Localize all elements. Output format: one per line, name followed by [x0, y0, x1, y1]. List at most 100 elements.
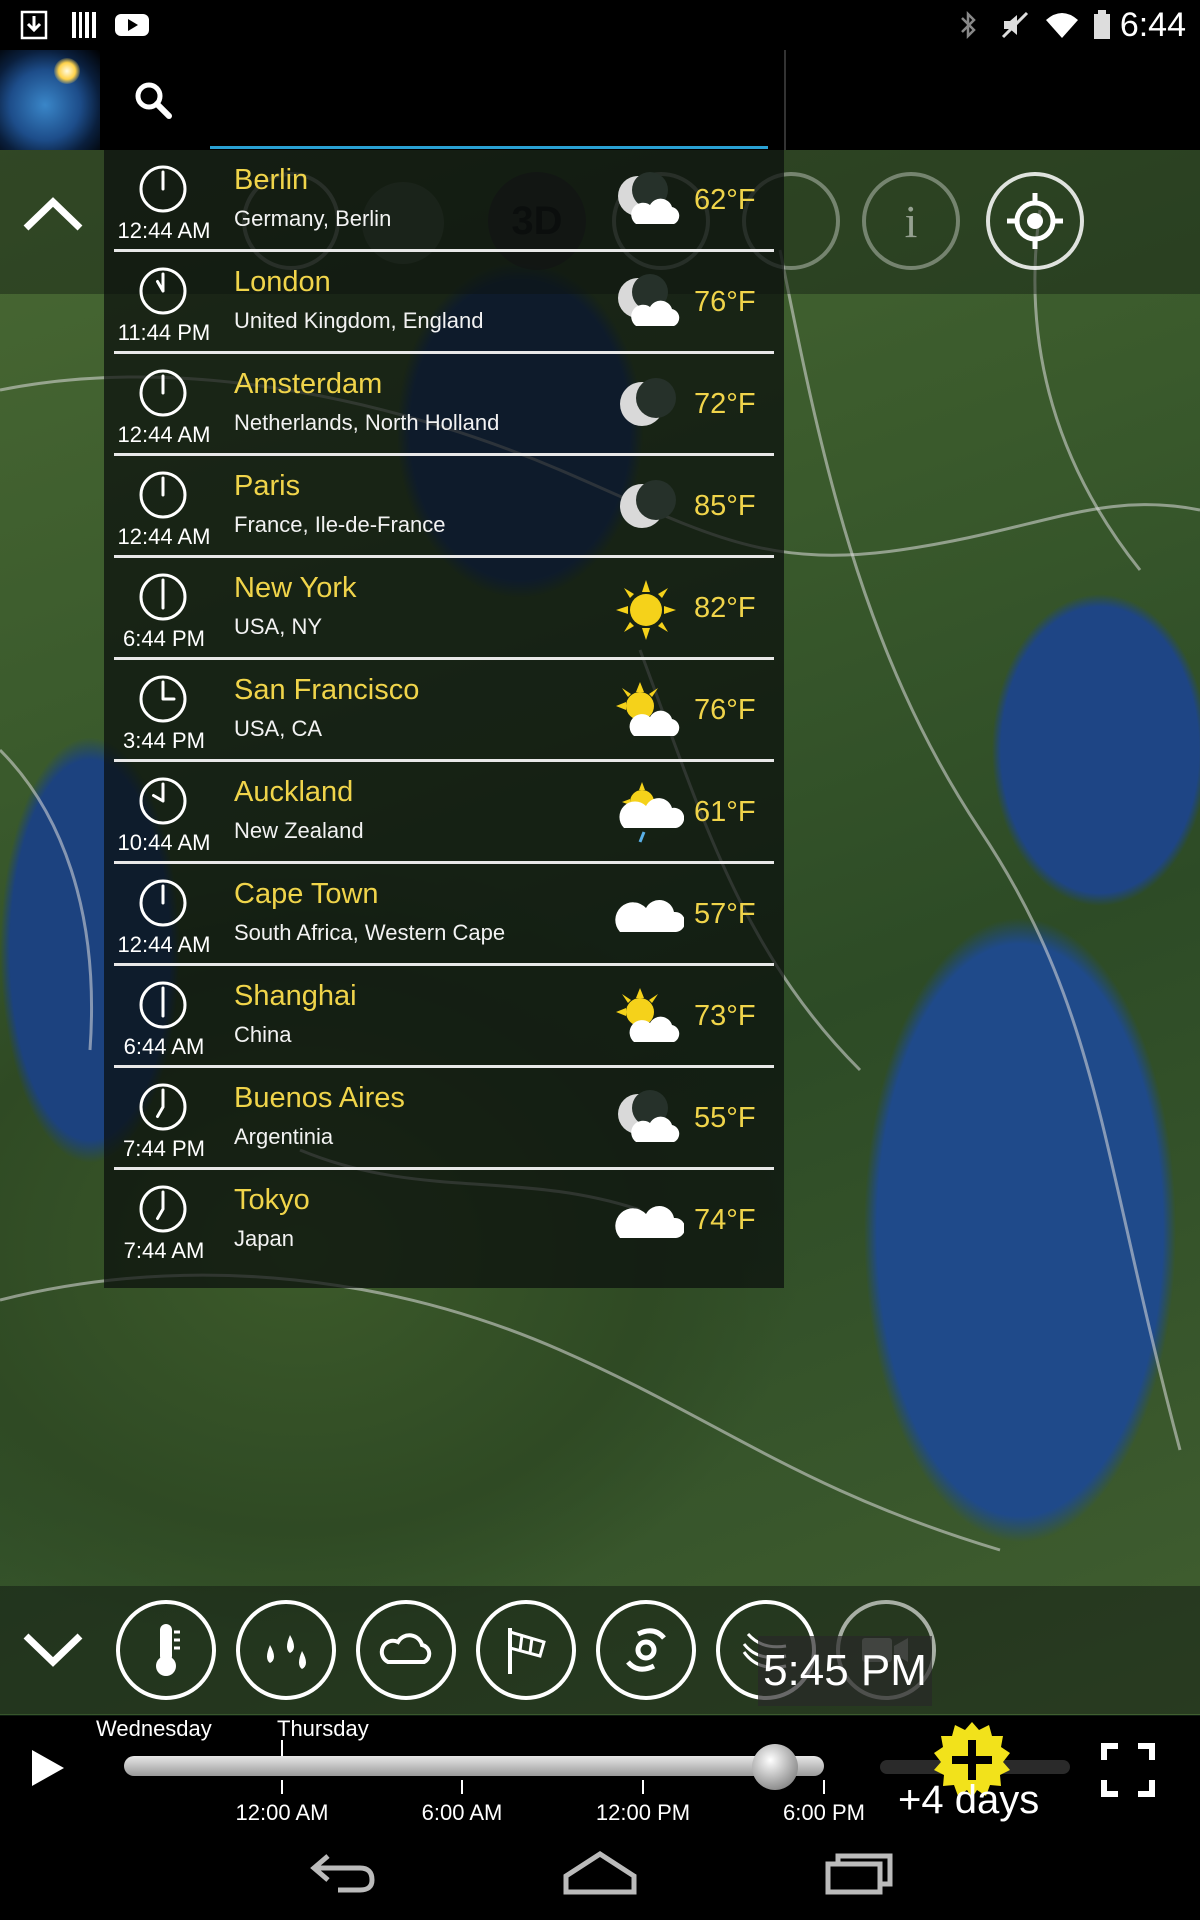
tick-label: 6:00 PM [783, 1800, 865, 1825]
clock-icon [138, 1082, 188, 1132]
clock-icon [138, 878, 188, 928]
info-button[interactable]: i [862, 172, 960, 270]
fullscreen-icon[interactable] [1100, 1742, 1156, 1798]
sun-glare [54, 58, 80, 84]
city-row[interactable]: 12:44 AM Amsterdam Netherlands, North Holl… [114, 354, 774, 456]
recents-icon[interactable] [824, 1850, 894, 1896]
mute-icon [1001, 11, 1029, 39]
precipitation-layer-button[interactable] [236, 1600, 336, 1700]
city-name: New York [234, 572, 357, 604]
city-region: USA, CA [234, 716, 323, 741]
city-region: South Africa, Western Cape [234, 920, 506, 945]
temperature: 62°F [694, 184, 756, 216]
temperature-layer-button[interactable] [116, 1600, 216, 1700]
download-icon [20, 10, 48, 40]
city-region: China [234, 1022, 292, 1047]
status-bar: 6:44 [0, 0, 1200, 50]
temperature: 73°F [694, 1000, 756, 1032]
city-row[interactable]: 12:44 AM Paris France, Ile-de-France 85°F [114, 456, 774, 558]
system-nav-bar [0, 1828, 1200, 1920]
city-region: United Kingdom, England [234, 308, 484, 333]
local-time: 7:44 AM [123, 1238, 205, 1263]
timeline-slider-track[interactable] [124, 1756, 824, 1776]
city-row[interactable]: 3:44 PM San Francisco USA, CA 76°F [114, 660, 774, 762]
moon-cloud-icon [614, 1088, 684, 1152]
tick-mark [823, 1780, 825, 1794]
locate-button[interactable] [986, 172, 1084, 270]
clock-icon [138, 368, 188, 418]
local-time: 6:44 PM [123, 626, 205, 651]
temperature: 72°F [694, 388, 756, 420]
temperature: 61°F [694, 796, 756, 828]
city-row[interactable]: 10:44 AM Auckland New Zealand 61°F [114, 762, 774, 864]
moon-cloud-icon [614, 170, 684, 234]
clock-icon [138, 980, 188, 1030]
local-time: 12:44 AM [117, 422, 211, 447]
temperature: 76°F [694, 694, 756, 726]
sun-icon [614, 578, 684, 642]
city-name: Shanghai [234, 980, 357, 1012]
chevron-up-icon[interactable] [20, 194, 86, 234]
local-time: 7:44 PM [123, 1136, 205, 1161]
city-region: France, Ile-de-France [234, 512, 446, 537]
city-row[interactable]: 7:44 PM Buenos Aires Argentinia 55°F [114, 1068, 774, 1170]
city-region: Argentinia [234, 1124, 334, 1149]
back-icon[interactable] [308, 1850, 378, 1894]
raindrops-icon [267, 1635, 306, 1669]
hurricane-layer-button[interactable] [596, 1600, 696, 1700]
city-row[interactable]: 12:44 AM Cape Town South Africa, Western C… [114, 864, 774, 966]
clock-icon [138, 1184, 188, 1234]
city-region: Japan [234, 1226, 294, 1251]
timeline-bar: Wednesday Thursday 12:00 AM 6:00 AM 12:0… [0, 1716, 1200, 1828]
tick-mark [461, 1780, 463, 1794]
city-row[interactable]: 11:44 PM London United Kingdom, England 76°… [114, 252, 774, 354]
city-region: New Zealand [234, 818, 364, 843]
local-time: 11:44 PM [117, 320, 211, 345]
city-row[interactable]: 7:44 AM Tokyo Japan 74°F [114, 1170, 774, 1272]
local-time: 12:44 AM [117, 524, 211, 549]
cloud-icon [614, 1190, 686, 1254]
city-name: Paris [234, 470, 301, 502]
cloud-outline-icon [379, 1633, 432, 1664]
clock-icon [138, 776, 188, 826]
target-icon [1007, 193, 1063, 249]
city-row[interactable]: 12:44 AM Berlin Germany, Berlin 62°F [114, 150, 774, 252]
chevron-down-icon[interactable] [20, 1630, 86, 1670]
moon-icon [614, 476, 684, 540]
day-label-wednesday: Wednesday [96, 1716, 212, 1741]
home-icon[interactable] [562, 1850, 638, 1896]
play-icon[interactable] [28, 1746, 68, 1790]
city-region: Netherlands, North Holland [234, 410, 500, 435]
sun-rain-icon [614, 782, 685, 846]
status-time: 6:44 [1119, 6, 1186, 44]
search-icon[interactable] [133, 80, 173, 120]
tick-label: 6:00 AM [421, 1800, 503, 1825]
search-header [0, 50, 1200, 150]
city-row[interactable]: 6:44 PM New York USA, NY 82°F [114, 558, 774, 660]
clock-icon [138, 572, 188, 622]
info-icon: i [904, 195, 918, 247]
city-name: Amsterdam [234, 368, 383, 400]
hurricane-icon [626, 1628, 666, 1672]
wind-layer-button[interactable] [476, 1600, 576, 1700]
city-name: Tokyo [234, 1184, 310, 1216]
clouds-layer-button[interactable] [356, 1600, 456, 1700]
city-row[interactable]: 6:44 AM Shanghai China 73°F [114, 966, 774, 1068]
local-time: 6:44 AM [123, 1034, 205, 1059]
windsock-icon [508, 1628, 546, 1674]
city-name: Berlin [234, 164, 309, 196]
temperature: 57°F [694, 898, 756, 930]
timeline-slider-knob[interactable] [752, 1744, 798, 1790]
battery-icon [1094, 10, 1110, 39]
forecast-days-label: +4 days [898, 1778, 1040, 1822]
clock-icon [138, 266, 188, 316]
search-input[interactable] [210, 104, 768, 149]
sun-cloud-icon [614, 680, 684, 744]
moon-icon [614, 374, 684, 438]
city-region: Germany, Berlin [234, 206, 392, 231]
app-logo-globe[interactable] [0, 50, 100, 150]
header-divider [784, 50, 786, 150]
youtube-icon [115, 14, 149, 36]
day-label-thursday: Thursday [277, 1716, 369, 1741]
bluetooth-icon [961, 10, 976, 40]
